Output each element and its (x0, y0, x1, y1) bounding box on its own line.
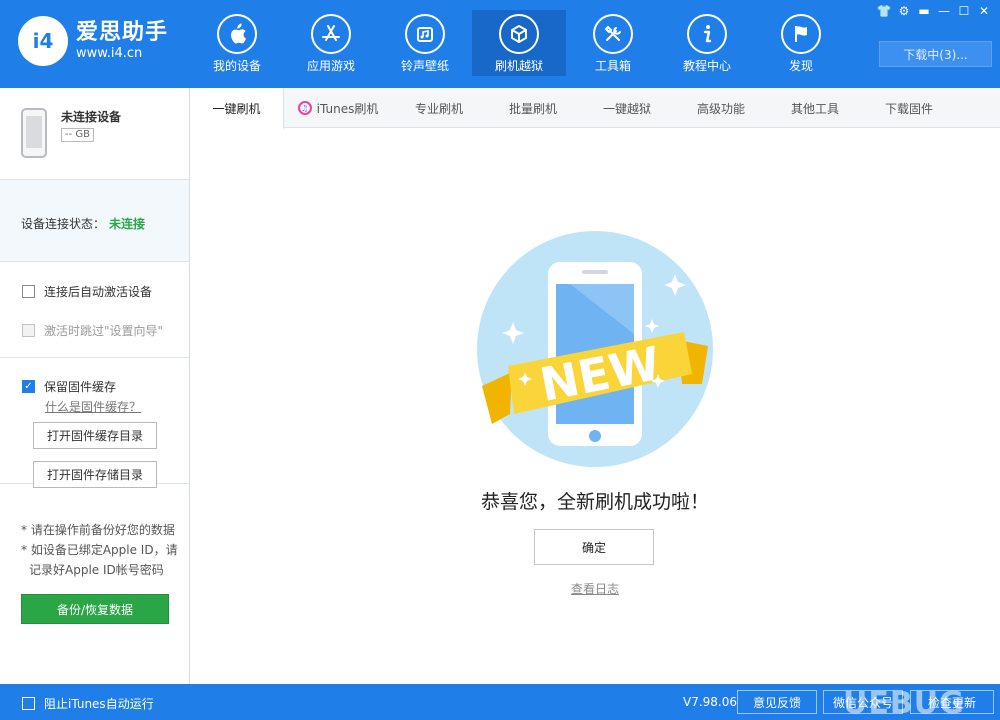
success-message: 恭喜您，全新刷机成功啦！ (480, 491, 709, 513)
nav-my-device[interactable]: 我的设备 (190, 10, 284, 76)
connection-status: 设备连接状态： 未连接 (0, 180, 189, 262)
block-itunes-checkbox[interactable] (22, 697, 35, 710)
backup-notes: * 请在操作前备份好您的数据 * 如设备已绑定Apple ID，请 记录好App… (0, 484, 189, 684)
flash-tabs: 一键刷机 ♫ iTunes刷机 专业刷机 批量刷机 一键越狱 高级功能 其他工具… (190, 88, 1000, 129)
nav-flash-jailbreak[interactable]: 刷机越狱 (472, 10, 566, 76)
auto-activate-option[interactable]: 连接后自动激活设备 (22, 283, 152, 300)
tab-download-firmware[interactable]: 下载固件 (862, 88, 956, 128)
site-watermark: UEBUG (843, 686, 965, 720)
skin-icon[interactable]: 👕 (874, 2, 894, 20)
what-is-cache-link[interactable]: 什么是固件缓存？ (45, 398, 141, 415)
keep-cache-option[interactable]: ✓ 保留固件缓存 (22, 378, 116, 395)
nav-toolbox[interactable]: 工具箱 (566, 10, 660, 76)
music-icon (405, 14, 445, 54)
device-capacity: -- GB (61, 128, 95, 142)
app-title: 爱思助手 (76, 20, 169, 45)
info-icon (687, 14, 727, 54)
nav-ringtones[interactable]: 铃声壁纸 (378, 10, 472, 76)
tools-icon (593, 14, 633, 54)
open-cache-dir-button[interactable]: 打开固件缓存目录 (33, 422, 157, 449)
note-apple-id-2: 记录好Apple ID帐号密码 (29, 563, 164, 577)
nav-apps-games[interactable]: 应用游戏 (284, 10, 378, 76)
tab-other-tools[interactable]: 其他工具 (768, 88, 862, 128)
status-label: 设备连接状态： (21, 217, 106, 231)
apple-icon (217, 14, 257, 54)
keep-cache-checkbox[interactable]: ✓ (22, 380, 35, 393)
phone-icon (21, 108, 47, 158)
app-version: V7.98.06 (683, 695, 738, 709)
feedback-button[interactable]: 意见反馈 (737, 690, 817, 714)
activation-options: 连接后自动激活设备 激活时跳过"设置向导" (0, 262, 189, 358)
status-bar: 阻止iTunes自动运行 V7.98.06 意见反馈 微信公众号 检查更新 UE… (0, 684, 1000, 720)
view-log-link[interactable]: 查看日志 (190, 580, 1000, 597)
download-progress-button[interactable]: 下载中(3)... (879, 41, 992, 67)
new-phone-illustration: NEW (477, 231, 713, 467)
app-header: i4 爱思助手 www.i4.cn 我的设备 应用游戏 铃声壁纸 刷机越狱 工具… (0, 0, 1000, 88)
logo-badge: i4 (18, 16, 68, 66)
flag-icon (781, 14, 821, 54)
status-value: 未连接 (109, 217, 146, 231)
app-logo: i4 爱思助手 www.i4.cn (18, 16, 168, 66)
window-controls: 👕 ⚙ ▬ — ☐ ✕ (874, 2, 994, 20)
backup-restore-button[interactable]: 备份/恢复数据 (21, 594, 169, 624)
block-itunes-option[interactable]: 阻止iTunes自动运行 (22, 695, 154, 712)
skip-wizard-checkbox (22, 324, 35, 337)
app-store-icon (311, 14, 351, 54)
auto-activate-checkbox[interactable] (22, 285, 35, 298)
tab-one-click-flash[interactable]: 一键刷机 (190, 88, 284, 129)
tab-one-click-jailbreak[interactable]: 一键越狱 (580, 88, 674, 128)
sidebar: 未连接设备 -- GB 设备连接状态： 未连接 连接后自动激活设备 激活时跳过"设… (0, 88, 190, 684)
firmware-cache-options: ✓ 保留固件缓存 什么是固件缓存？ 打开固件缓存目录 打开固件存储目录 (0, 358, 189, 488)
tab-advanced[interactable]: 高级功能 (674, 88, 768, 128)
tab-itunes-flash[interactable]: ♫ iTunes刷机 (284, 88, 392, 128)
app-url: www.i4.cn (76, 46, 143, 61)
itunes-icon: ♫ (297, 101, 312, 115)
confirm-button[interactable]: 确定 (534, 529, 654, 565)
tab-pro-flash[interactable]: 专业刷机 (392, 88, 486, 128)
skip-wizard-option: 激活时跳过"设置向导" (22, 322, 163, 339)
note-apple-id: * 如设备已绑定Apple ID，请 (21, 543, 178, 557)
close-icon[interactable]: ✕ (974, 2, 994, 20)
maximize-icon[interactable]: ☐ (954, 2, 974, 20)
main-nav: 我的设备 应用游戏 铃声壁纸 刷机越狱 工具箱 教程中心 发现 (190, 10, 848, 76)
nav-tutorials[interactable]: 教程中心 (660, 10, 754, 76)
gear-icon[interactable]: ⚙ (894, 2, 914, 20)
nav-discover[interactable]: 发现 (754, 10, 848, 76)
minimize-icon[interactable]: — (934, 2, 954, 20)
note-backup: * 请在操作前备份好您的数据 (21, 523, 175, 537)
device-name: 未连接设备 (61, 110, 122, 124)
flash-result-panel: NEW 恭喜您，全新刷机成功啦！ 确定 查看日志 (190, 129, 1000, 684)
menu-icon[interactable]: ▬ (914, 2, 934, 20)
box-icon (499, 14, 539, 54)
tab-batch-flash[interactable]: 批量刷机 (486, 88, 580, 128)
device-info: 未连接设备 -- GB (0, 88, 189, 180)
